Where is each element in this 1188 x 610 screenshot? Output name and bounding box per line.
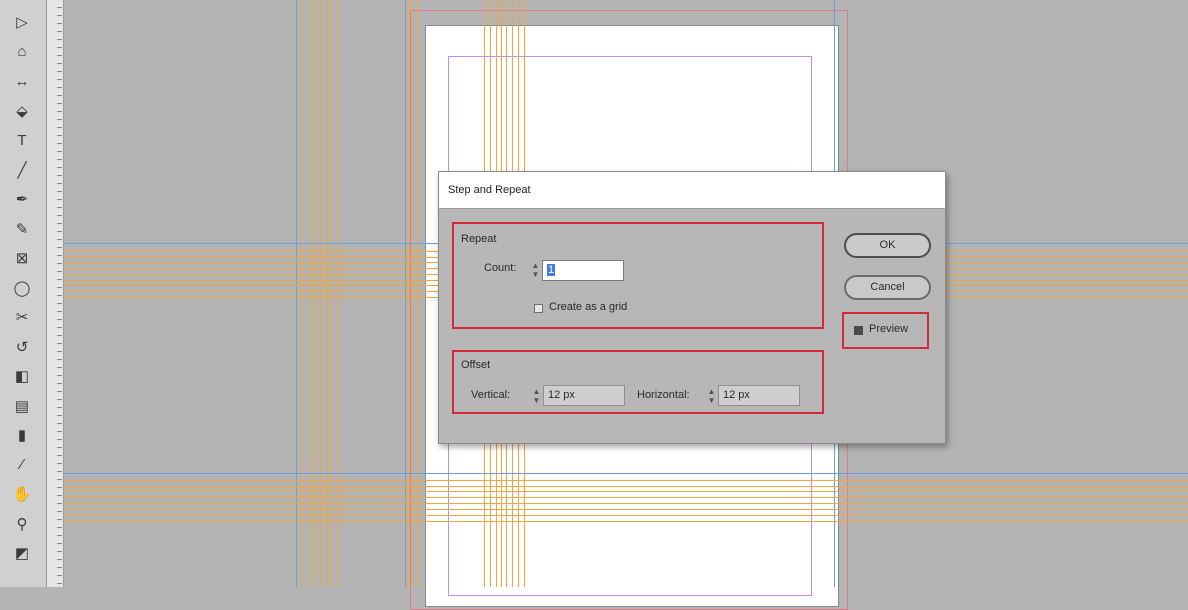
vertical-guide[interactable]	[338, 0, 339, 587]
eyedropper-tool-icon[interactable]: ⁄	[8, 453, 36, 477]
count-label: Count:	[484, 262, 517, 274]
horizontal-guide[interactable]	[64, 480, 1188, 481]
content-collector-icon[interactable]: ⬙	[8, 99, 36, 123]
horizontal-guide[interactable]	[64, 486, 1188, 487]
preview-checkbox[interactable]	[854, 326, 863, 335]
fill-stroke-icon[interactable]: ◩	[8, 541, 36, 565]
vertical-stepper-icon[interactable]: ▲ ▼	[532, 387, 541, 405]
dialog-title[interactable]: Step and Repeat	[439, 172, 945, 209]
selection-tool-icon[interactable]: ▷	[8, 10, 36, 34]
repeat-group-label: Repeat	[461, 233, 497, 245]
horizontal-guide[interactable]	[64, 497, 1188, 498]
vertical-label: Vertical:	[471, 389, 511, 401]
preview-highlight: Preview	[842, 312, 929, 349]
step-and-repeat-dialog: Step and Repeat Repeat Count: ▲ ▼ 1 Creat…	[438, 171, 946, 444]
ellipse-tool-icon[interactable]: ◯	[8, 276, 36, 300]
cancel-button[interactable]: Cancel	[844, 275, 931, 300]
hand-tool-icon[interactable]: ✋	[8, 482, 36, 506]
vertical-guide[interactable]	[320, 0, 321, 587]
vertical-ruler[interactable]	[47, 0, 64, 587]
horizontal-guide[interactable]	[64, 509, 1188, 510]
count-input[interactable]: 1	[542, 260, 624, 281]
pencil-tool-icon[interactable]: ✎	[8, 217, 36, 241]
horizontal-guide[interactable]	[64, 515, 1188, 516]
gradient-feather-tool-icon[interactable]: ▤	[8, 394, 36, 418]
offset-group: Offset Vertical: ▲ ▼ 12 px Horizontal: ▲ ▼…	[452, 350, 824, 414]
note-tool-icon[interactable]: ▮	[8, 423, 36, 447]
create-grid-label[interactable]: Create as a grid	[549, 301, 627, 313]
vertical-guide[interactable]	[314, 0, 315, 587]
gap-tool-icon[interactable]: ↔	[8, 69, 36, 93]
create-grid-checkbox[interactable]	[534, 304, 543, 313]
vertical-guide[interactable]	[411, 0, 412, 587]
tools-panel: ▷ ⌂ ↔ ⬙ T ╱ ✒ ✎ ⊠ ◯ ✂ ↺ ◧ ▤ ▮ ⁄ ✋ ⚲ ◩	[0, 0, 47, 587]
horizontal-offset-input[interactable]: 12 px	[718, 385, 800, 406]
pen-tool-icon[interactable]: ✒	[8, 187, 36, 211]
horizontal-guide[interactable]	[64, 491, 1188, 492]
rectangle-frame-tool-icon[interactable]: ⊠	[8, 246, 36, 270]
vertical-guide[interactable]	[326, 0, 327, 587]
page-tool-icon[interactable]: ⌂	[8, 40, 36, 64]
vertical-guide[interactable]	[405, 0, 406, 587]
horizontal-guide[interactable]	[64, 521, 1188, 522]
vertical-guide[interactable]	[416, 0, 417, 587]
horizontal-guide[interactable]	[64, 473, 1188, 474]
type-tool-icon[interactable]: T	[8, 128, 36, 152]
offset-group-label: Offset	[461, 359, 491, 371]
line-tool-icon[interactable]: ╱	[8, 158, 36, 182]
horizontal-stepper-icon[interactable]: ▲ ▼	[707, 387, 716, 405]
ok-button[interactable]: OK	[844, 233, 931, 258]
rotate-tool-icon[interactable]: ↺	[8, 335, 36, 359]
zoom-tool-icon[interactable]: ⚲	[8, 512, 36, 536]
vertical-offset-input[interactable]: 12 px	[543, 385, 625, 406]
count-stepper-icon[interactable]: ▲ ▼	[531, 261, 540, 279]
vertical-guide[interactable]	[330, 0, 331, 587]
vertical-guide[interactable]	[296, 0, 297, 587]
vertical-guide[interactable]	[300, 0, 301, 587]
horizontal-label: Horizontal:	[637, 389, 690, 401]
vertical-guide[interactable]	[407, 0, 408, 587]
repeat-group: Repeat Count: ▲ ▼ 1 Create as a grid	[452, 222, 824, 329]
scissors-tool-icon[interactable]: ✂	[8, 305, 36, 329]
preview-label[interactable]: Preview	[869, 323, 908, 335]
vertical-guide[interactable]	[308, 0, 309, 587]
gradient-swatch-tool-icon[interactable]: ◧	[8, 364, 36, 388]
horizontal-guide[interactable]	[64, 503, 1188, 504]
